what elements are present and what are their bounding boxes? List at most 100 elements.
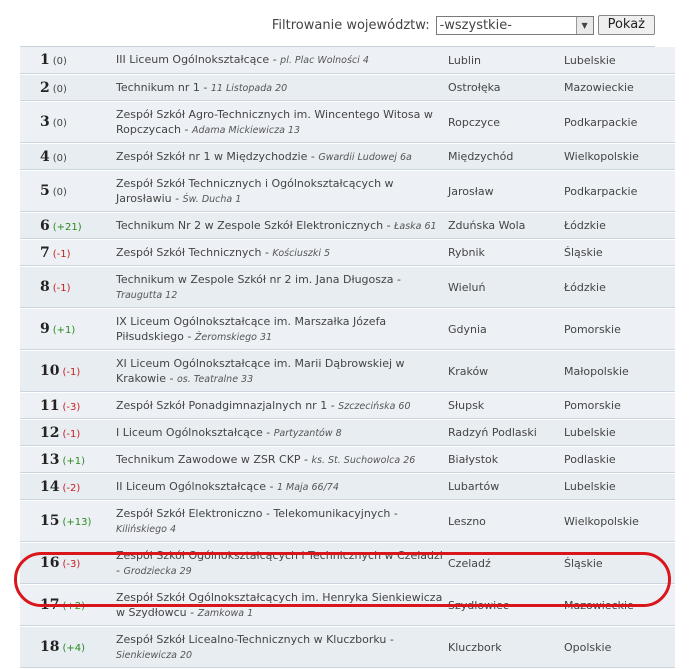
rank-change: (0) (52, 152, 67, 164)
rank-change: (0) (52, 187, 67, 198)
school-address: ks. St. Suchowolca 26 (311, 454, 416, 466)
rank-change: (0) (52, 118, 67, 129)
rank-number: 12 (40, 424, 60, 441)
school-address: Sienkiewicza 20 (116, 649, 193, 661)
school-name[interactable]: XI Liceum Ogólnokształcące im. Marii Dąb… (116, 357, 405, 385)
region-cell: Podlaskie (564, 446, 675, 474)
rank-change: (+13) (62, 517, 92, 528)
school-name[interactable]: Technikum Zawodowe w ZSR CKP (116, 453, 301, 466)
city-cell: Zduńska Wola (448, 212, 564, 240)
region-cell: Mazowieckie (564, 74, 675, 102)
table-row[interactable]: 3 (0) Zespół Szkół Agro-Technicznych im. W… (20, 101, 675, 144)
rank-number: 1 (40, 52, 50, 69)
rank-cell: 3 (0) (20, 101, 116, 144)
school-name[interactable]: Technikum w Zespole Szkół nr 2 im. Jana … (116, 273, 394, 286)
table-row[interactable]: 1 (0) III Liceum Ogólnokształcące - pl. Pl… (20, 47, 675, 75)
school-name[interactable]: Zespół Szkół Technicznych (116, 246, 261, 259)
school-address: Łaska 61 (394, 220, 437, 232)
rank-cell: 2 (0) (20, 74, 116, 102)
rank-cell: 6 (+21) (20, 212, 116, 240)
rank-cell: 7 (-1) (20, 239, 116, 267)
filter-label: Filtrowanie województw: (271, 17, 430, 33)
school-address: Adama Mickiewicza 13 (191, 124, 301, 136)
city-cell: Ropczyce (448, 101, 564, 144)
school-name[interactable]: Zespół Szkół Technicznych i Ogólnokształ… (116, 177, 394, 205)
table-row[interactable]: 10 (-1) XI Liceum Ogólnokształcące im. Mar… (20, 350, 675, 393)
school-name[interactable]: Zespół Szkół Elektroniczno - Telekomunik… (116, 507, 390, 520)
chevron-down-icon[interactable]: ▼ (575, 16, 593, 34)
school-cell: XI Liceum Ogólnokształcące im. Marii Dąb… (116, 350, 448, 393)
school-address: Kościuszki 5 (272, 247, 331, 259)
table-row[interactable]: 12 (-1) I Liceum Ogólnokształcące - Partyz… (20, 419, 675, 447)
city-cell: Kluczbork (448, 626, 564, 669)
school-name[interactable]: Zespół Szkół Ponadgimnazjalnych nr 1 (116, 399, 327, 412)
school-name[interactable]: Zespół Szkół Licealno-Technicznych w Klu… (116, 633, 386, 646)
rank-cell: 18 (+4) (20, 626, 116, 669)
school-name[interactable]: II Liceum Ogólnokształcące (116, 480, 266, 493)
table-row[interactable]: 13 (+1) Technikum Zawodowe w ZSR CKP - ks.… (20, 446, 675, 474)
table-row[interactable]: 16 (-3) Zespół Szkół Ogólnokształcących i … (20, 542, 675, 585)
school-cell: Zespół Szkół Ogólnokształcących i Techni… (116, 542, 448, 585)
table-row[interactable]: 4 (0) Zespół Szkół nr 1 w Międzychodzie - … (20, 143, 675, 171)
ranking-rows: 1 (0) III Liceum Ogólnokształcące - pl. Pl… (20, 47, 675, 669)
school-cell: Zespół Szkół Technicznych i Ogólnokształ… (116, 170, 448, 213)
rank-change: (-2) (62, 482, 81, 494)
table-row[interactable]: 5 (0) Zespół Szkół Technicznych i Ogólnoks… (20, 170, 675, 213)
rank-cell: 15 (+13) (20, 500, 116, 543)
rank-change: (-1) (62, 428, 81, 440)
region-cell: Pomorskie (564, 392, 675, 420)
rank-number: 16 (40, 555, 60, 571)
region-cell: Lubelskie (564, 419, 675, 447)
region-cell: Śląskie (564, 239, 675, 267)
rank-number: 15 (40, 513, 60, 529)
ranking-table: 1 (0) III Liceum Ogólnokształcące - pl. Pl… (20, 46, 675, 669)
table-row[interactable]: 17 (+2) Zespół Szkół Ogólnokształcących im… (20, 584, 675, 627)
school-cell: III Liceum Ogólnokształcące - pl. Plac W… (116, 47, 448, 75)
table-row[interactable]: 14 (-2) II Liceum Ogólnokształcące - 1 Maj… (20, 473, 675, 501)
school-name[interactable]: Zespół Szkół nr 1 w Międzychodzie (116, 150, 307, 163)
region-cell: Lubelskie (564, 473, 675, 501)
region-filter: Filtrowanie województw: -wszystkie- ▼ Po… (272, 15, 655, 35)
table-row[interactable]: 7 (-1) Zespół Szkół Technicznych - Kościus… (20, 239, 675, 267)
city-cell: Wieluń (448, 266, 564, 309)
school-address: Św. Ducha 1 (182, 193, 242, 205)
school-name[interactable]: Zespół Szkół Ogólnokształcących im. Henr… (116, 591, 442, 619)
school-name[interactable]: Technikum Nr 2 w Zespole Szkół Elektroni… (116, 219, 383, 232)
table-row[interactable]: 11 (-3) Zespół Szkół Ponadgimnazjalnych nr… (20, 392, 675, 420)
rank-change: (-3) (62, 559, 81, 570)
city-cell: Leszno (448, 500, 564, 543)
region-select[interactable]: -wszystkie- ▼ (435, 15, 594, 35)
table-row[interactable]: 15 (+13) Zespół Szkół Elektroniczno - Tele… (20, 500, 675, 543)
table-row[interactable]: 8 (-1) Technikum w Zespole Szkół nr 2 im. … (20, 266, 675, 309)
region-cell: Lubelskie (564, 47, 675, 75)
table-row[interactable]: 9 (+1) IX Liceum Ogólnokształcące im. Mars… (20, 308, 675, 351)
rank-cell: 1 (0) (20, 47, 116, 75)
region-cell: Podkarpackie (564, 101, 675, 144)
rank-cell: 10 (-1) (20, 350, 116, 393)
city-cell: Lubartów (448, 473, 564, 501)
school-cell: Zespół Szkół Licealno-Technicznych w Klu… (116, 626, 448, 669)
table-row[interactable]: 6 (+21) Technikum Nr 2 w Zespole Szkół Ele… (20, 212, 675, 240)
rank-cell: 16 (-3) (20, 542, 116, 585)
table-row[interactable]: 18 (+4) Zespół Szkół Licealno-Technicznych… (20, 626, 675, 669)
region-cell: Mazowieckie (564, 584, 675, 627)
school-address: Partyzantów 8 (273, 427, 342, 439)
city-cell: Szydłowiec (448, 584, 564, 627)
rank-number: 17 (40, 597, 60, 613)
school-address: Traugutta 12 (116, 289, 178, 301)
school-cell: Technikum Zawodowe w ZSR CKP - ks. St. S… (116, 446, 448, 474)
school-address: Grodziecka 29 (123, 565, 192, 577)
table-row[interactable]: 2 (0) Technikum nr 1 - 11 Listopada 20 Ostr… (20, 74, 675, 102)
region-cell: Wielkopolskie (564, 500, 675, 543)
school-name[interactable]: I Liceum Ogólnokształcące (116, 426, 263, 439)
school-address: Kilińskiego 4 (116, 523, 177, 535)
city-cell: Kraków (448, 350, 564, 393)
school-name[interactable]: Technikum nr 1 (116, 81, 200, 94)
rank-number: 9 (40, 321, 50, 337)
school-address: 1 Maja 66/74 (276, 481, 339, 493)
school-name[interactable]: III Liceum Ogólnokształcące (116, 53, 269, 66)
school-name[interactable]: Zespół Szkół Ogólnokształcących i Techni… (116, 549, 443, 562)
show-button[interactable]: Pokaż (597, 15, 655, 35)
region-cell: Opolskie (564, 626, 675, 669)
rank-change: (+21) (52, 221, 82, 233)
